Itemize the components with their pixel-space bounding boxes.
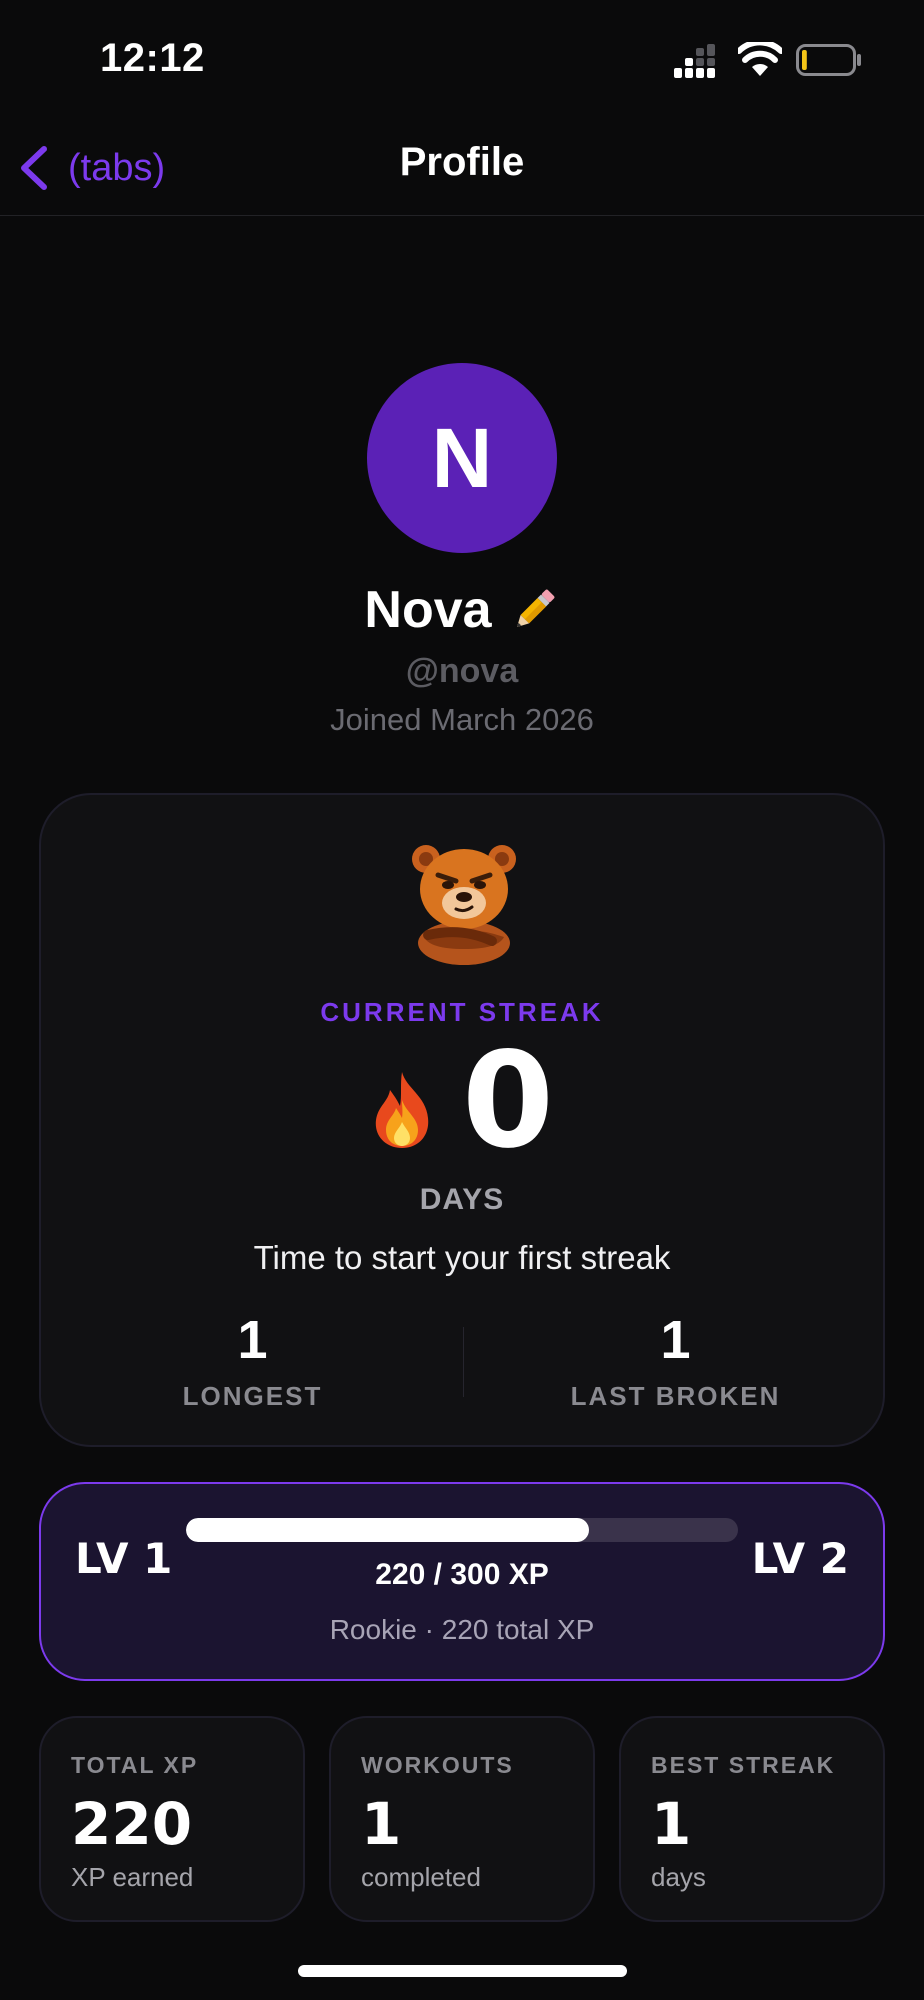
tile-label: TOTAL XP [71, 1752, 199, 1778]
home-indicator[interactable] [298, 1965, 627, 1977]
streak-value-row: 0 [41, 1035, 883, 1167]
tile-sublabel: XP earned [71, 1862, 194, 1892]
best-streak-tile: BEST STREAK 1 days [619, 1716, 885, 1922]
pencil-icon[interactable] [508, 584, 560, 636]
longest-streak-label: LONGEST [182, 1381, 323, 1411]
wifi-icon [738, 42, 782, 76]
join-date: Joined March 2026 [330, 702, 594, 737]
streak-unit: DAYS [419, 1183, 505, 1216]
tile-value: 220 [71, 1790, 193, 1858]
xp-progress-bar [186, 1518, 738, 1542]
battery-icon [796, 44, 861, 76]
tile-sublabel: completed [361, 1862, 481, 1892]
tile-value: 1 [651, 1790, 692, 1858]
tile-label: WORKOUTS [361, 1752, 514, 1778]
streak-card: CURRENT STREAK 0 DAYS Time to start your… [39, 793, 885, 1447]
last-broken-stat: 1 LAST BROKEN [464, 1313, 887, 1412]
last-broken-value: 1 [660, 1310, 691, 1370]
streak-message: Time to start your first streak [253, 1239, 671, 1276]
tile-label: BEST STREAK [651, 1752, 836, 1778]
workouts-tile: WORKOUTS 1 completed [329, 1716, 595, 1922]
total-xp-tile: TOTAL XP 220 XP earned [39, 1716, 305, 1922]
avatar-initial: N [431, 410, 493, 505]
xp-progress-text: 220 / 300 XP [375, 1558, 549, 1591]
last-broken-label: LAST BROKEN [570, 1381, 781, 1411]
profile-name-row: Nova [0, 580, 924, 640]
status-bar: 12:12 [0, 0, 924, 120]
level-subtitle: Rookie · 220 total XP [329, 1614, 595, 1645]
fire-icon [375, 1072, 429, 1148]
avatar: N [367, 363, 557, 553]
navigation-bar: (tabs) Profile [0, 120, 924, 216]
streak-value: 0 [462, 1024, 554, 1178]
tile-sublabel: days [651, 1862, 706, 1892]
status-time: 12:12 [100, 36, 205, 80]
cellular-signal-icon [674, 44, 715, 78]
tile-value: 1 [361, 1790, 402, 1858]
profile-name: Nova [364, 581, 492, 639]
level-card: LV 1 LV 2 220 / 300 XP Rookie · 220 tota… [39, 1482, 885, 1681]
longest-streak-stat: 1 LONGEST [41, 1313, 464, 1412]
longest-streak-value: 1 [237, 1310, 268, 1370]
bear-mascot-icon [412, 845, 516, 965]
xp-progress-fill [186, 1518, 589, 1542]
username: @nova [405, 652, 519, 690]
page-title: Profile [399, 140, 525, 184]
